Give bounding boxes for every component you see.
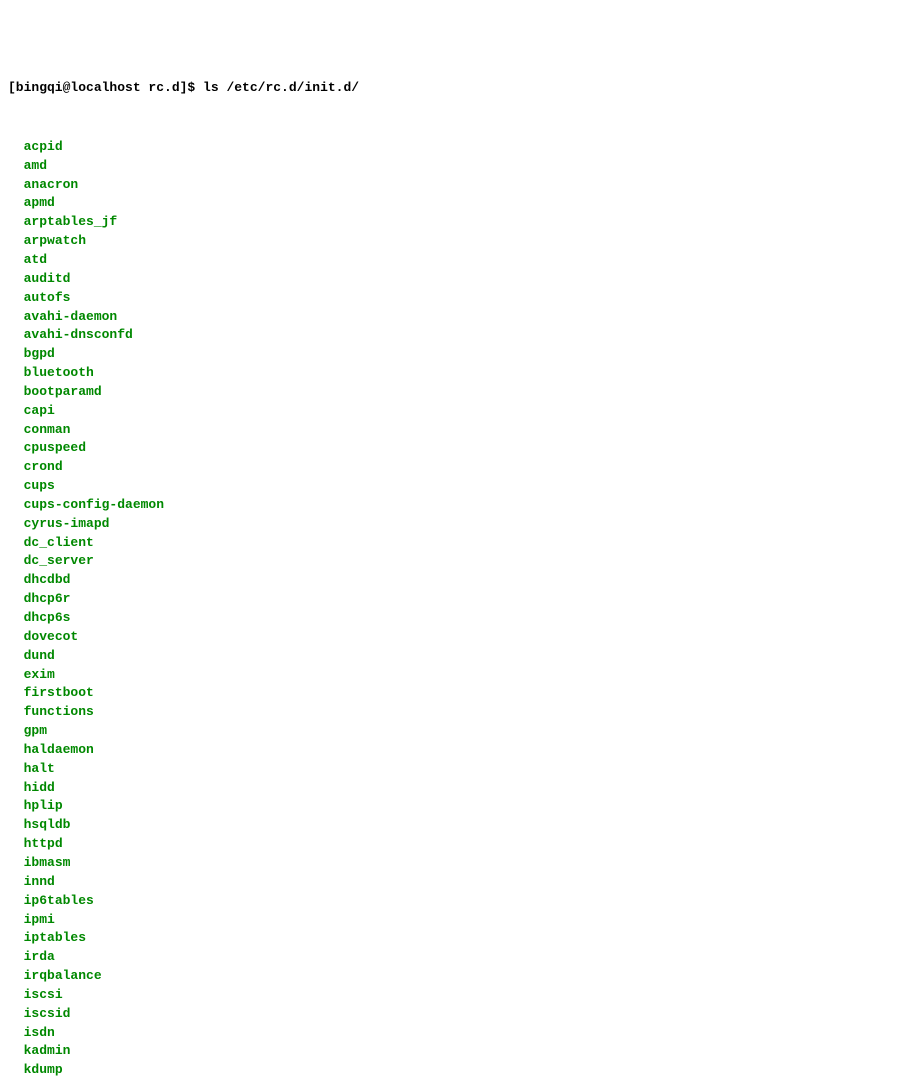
service-entry: httpd	[24, 835, 129, 854]
service-entry: hplip	[24, 797, 129, 816]
service-entry: amd	[24, 157, 199, 176]
ls-column-2: dovecotdundeximfirstbootfunctionsgpmhald…	[24, 628, 129, 1078]
prompt-userhost: [bingqi@localhost rc.d]$	[8, 80, 203, 95]
service-entry: acpid	[24, 138, 199, 157]
service-entry: cyrus-imapd	[24, 515, 199, 534]
service-entry: cups-config-daemon	[24, 496, 199, 515]
service-entry: irda	[24, 948, 129, 967]
service-entry: dhcp6r	[24, 590, 199, 609]
service-entry: dhcp6s	[24, 609, 199, 628]
service-entry: bluetooth	[24, 364, 199, 383]
service-entry: bgpd	[24, 345, 199, 364]
service-entry: iscsid	[24, 1005, 129, 1024]
service-entry: gpm	[24, 722, 129, 741]
service-entry: ibmasm	[24, 854, 129, 873]
service-entry: avahi-dnsconfd	[24, 326, 199, 345]
service-entry: irqbalance	[24, 967, 129, 986]
ls-output: acpidamdanacronapmdarptables_jfarpwatcha…	[8, 119, 906, 1078]
service-entry: kadmin	[24, 1042, 129, 1061]
service-entry: dhcdbd	[24, 571, 199, 590]
service-entry: auditd	[24, 270, 199, 289]
service-entry: avahi-daemon	[24, 308, 199, 327]
service-entry: haldaemon	[24, 741, 129, 760]
service-entry: dc_client	[24, 534, 199, 553]
service-entry: autofs	[24, 289, 199, 308]
service-entry: kdump	[24, 1061, 129, 1078]
service-entry: capi	[24, 402, 199, 421]
service-entry: apmd	[24, 194, 199, 213]
service-entry: bootparamd	[24, 383, 199, 402]
service-entry: halt	[24, 760, 129, 779]
service-entry: cpuspeed	[24, 439, 199, 458]
service-entry: ipmi	[24, 911, 129, 930]
prompt-command: ls /etc/rc.d/init.d/	[203, 80, 359, 95]
service-entry: iscsi	[24, 986, 129, 1005]
service-entry: anacron	[24, 176, 199, 195]
service-entry: dovecot	[24, 628, 129, 647]
service-entry: hidd	[24, 779, 129, 798]
service-entry: ip6tables	[24, 892, 129, 911]
service-entry: dund	[24, 647, 129, 666]
terminal-prompt-line: [bingqi@localhost rc.d]$ ls /etc/rc.d/in…	[8, 79, 906, 98]
ls-column-1: acpidamdanacronapmdarptables_jfarpwatcha…	[24, 138, 199, 628]
service-entry: atd	[24, 251, 199, 270]
service-entry: innd	[24, 873, 129, 892]
service-entry: firstboot	[24, 684, 129, 703]
service-entry: crond	[24, 458, 199, 477]
service-entry: isdn	[24, 1024, 129, 1043]
service-entry: functions	[24, 703, 129, 722]
service-entry: cups	[24, 477, 199, 496]
service-entry: exim	[24, 666, 129, 685]
service-entry: arptables_jf	[24, 213, 199, 232]
service-entry: dc_server	[24, 552, 199, 571]
service-entry: conman	[24, 421, 199, 440]
service-entry: arpwatch	[24, 232, 199, 251]
service-entry: iptables	[24, 929, 129, 948]
service-entry: hsqldb	[24, 816, 129, 835]
